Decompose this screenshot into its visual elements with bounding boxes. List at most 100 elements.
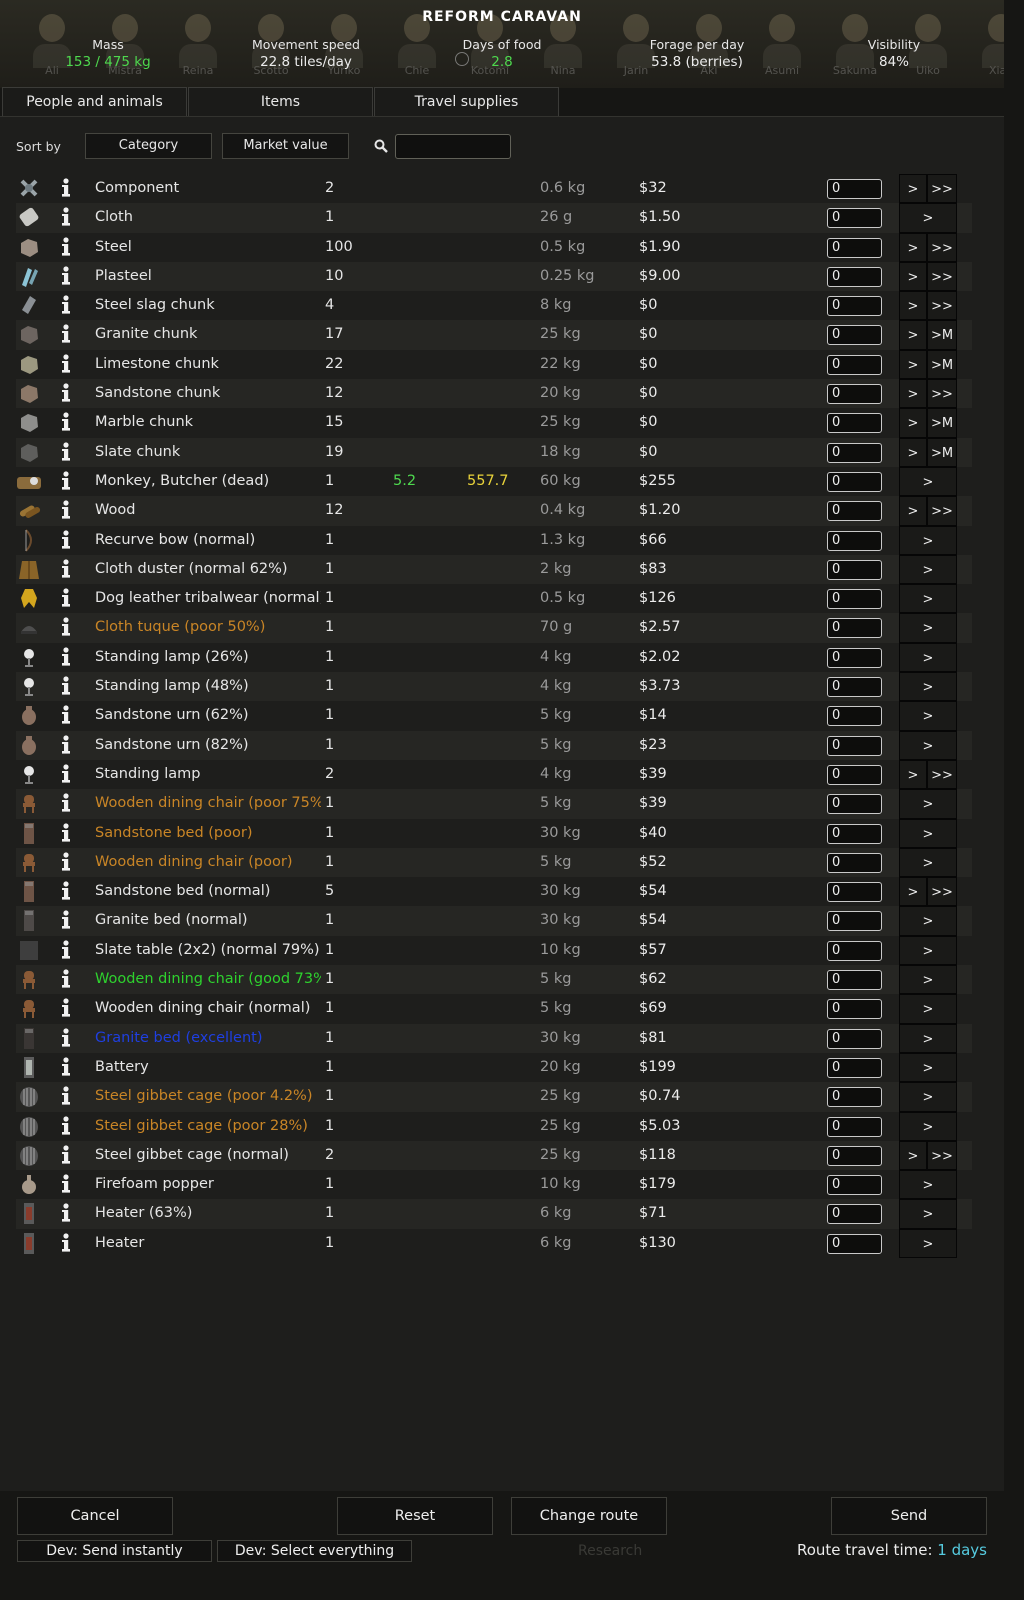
add-one-button[interactable]: >: [899, 1228, 957, 1258]
reset-button[interactable]: Reset: [337, 1497, 493, 1535]
transfer-quantity-input[interactable]: 0: [827, 940, 882, 961]
transfer-quantity-input[interactable]: 0: [827, 1145, 882, 1166]
info-icon[interactable]: [59, 1085, 73, 1108]
add-max-button[interactable]: >M: [927, 408, 957, 438]
add-one-button[interactable]: >: [899, 701, 957, 731]
transfer-quantity-input[interactable]: 0: [827, 1175, 882, 1196]
info-icon[interactable]: [59, 939, 73, 962]
add-one-button[interactable]: >: [899, 349, 927, 380]
add-one-button[interactable]: >: [899, 1140, 927, 1171]
info-icon[interactable]: [59, 1027, 73, 1050]
info-icon[interactable]: [59, 1173, 73, 1196]
info-icon[interactable]: [59, 558, 73, 581]
info-icon[interactable]: [59, 587, 73, 610]
add-max-button[interactable]: >>: [927, 232, 957, 262]
dev-send-instantly-button[interactable]: Dev: Send instantly: [17, 1540, 212, 1562]
add-one-button[interactable]: >: [899, 994, 957, 1024]
transfer-quantity-input[interactable]: 0: [827, 208, 882, 229]
add-one-button[interactable]: >: [899, 1052, 957, 1083]
add-max-button[interactable]: >>: [927, 174, 957, 204]
info-icon[interactable]: [59, 411, 73, 434]
transfer-quantity-input[interactable]: 0: [827, 266, 882, 287]
sort-category-button[interactable]: Category: [85, 133, 212, 159]
transfer-quantity-input[interactable]: 0: [827, 647, 882, 668]
change-route-button[interactable]: Change route: [511, 1497, 667, 1535]
transfer-quantity-input[interactable]: 0: [827, 706, 882, 727]
info-icon[interactable]: [59, 1056, 73, 1079]
transfer-quantity-input[interactable]: 0: [827, 794, 882, 815]
add-one-button[interactable]: >: [899, 818, 957, 848]
add-one-button[interactable]: >: [899, 525, 957, 555]
add-max-button[interactable]: >M: [927, 320, 957, 350]
info-icon[interactable]: [59, 997, 73, 1020]
transfer-quantity-input[interactable]: 0: [827, 735, 882, 756]
transfer-quantity-input[interactable]: 0: [827, 179, 882, 199]
add-one-button[interactable]: >: [899, 320, 927, 350]
add-one-button[interactable]: >: [899, 203, 957, 233]
add-max-button[interactable]: >>: [927, 1140, 957, 1171]
info-icon[interactable]: [59, 529, 73, 552]
info-icon[interactable]: [59, 1144, 73, 1167]
info-icon[interactable]: [59, 851, 73, 874]
info-icon[interactable]: [59, 646, 73, 669]
add-one-button[interactable]: >: [899, 261, 927, 292]
dev-select-everything-button[interactable]: Dev: Select everything: [217, 1540, 412, 1562]
info-icon[interactable]: [59, 616, 73, 639]
add-one-button[interactable]: >: [899, 1170, 957, 1200]
info-icon[interactable]: [59, 499, 73, 522]
send-button[interactable]: Send: [831, 1497, 987, 1535]
transfer-quantity-input[interactable]: 0: [827, 501, 882, 522]
info-icon[interactable]: [59, 236, 73, 259]
add-one-button[interactable]: >: [899, 554, 957, 585]
info-icon[interactable]: [59, 909, 73, 932]
add-one-button[interactable]: >: [899, 408, 927, 438]
add-one-button[interactable]: >: [899, 1199, 957, 1229]
info-icon[interactable]: [59, 353, 73, 376]
transfer-quantity-input[interactable]: 0: [827, 442, 882, 463]
add-one-button[interactable]: >: [899, 877, 927, 907]
add-one-button[interactable]: >: [899, 232, 927, 262]
info-icon[interactable]: [59, 880, 73, 903]
info-icon[interactable]: [59, 1232, 73, 1255]
transfer-quantity-input[interactable]: 0: [827, 911, 882, 932]
info-icon[interactable]: [59, 734, 73, 757]
sort-market-value-button[interactable]: Market value: [222, 133, 349, 159]
add-one-button[interactable]: >: [899, 935, 957, 966]
add-one-button[interactable]: >: [899, 174, 927, 204]
info-icon[interactable]: [59, 265, 73, 288]
info-icon[interactable]: [59, 470, 73, 493]
add-one-button[interactable]: >: [899, 906, 957, 936]
add-max-button[interactable]: >>: [927, 759, 957, 790]
tab-people-and-animals[interactable]: People and animals: [2, 87, 187, 117]
transfer-quantity-input[interactable]: 0: [827, 413, 882, 434]
info-icon[interactable]: [59, 822, 73, 845]
info-icon[interactable]: [59, 323, 73, 346]
add-max-button[interactable]: >>: [927, 379, 957, 409]
transfer-quantity-input[interactable]: 0: [827, 325, 882, 346]
info-icon[interactable]: [59, 1115, 73, 1138]
add-one-button[interactable]: >: [899, 759, 927, 790]
transfer-quantity-input[interactable]: 0: [827, 882, 882, 903]
info-icon[interactable]: [59, 294, 73, 317]
add-one-button[interactable]: >: [899, 437, 927, 467]
info-icon[interactable]: [59, 1202, 73, 1225]
transfer-quantity-input[interactable]: 0: [827, 677, 882, 698]
transfer-quantity-input[interactable]: 0: [827, 1028, 882, 1049]
add-one-button[interactable]: >: [899, 1082, 957, 1112]
info-icon[interactable]: [59, 704, 73, 727]
add-one-button[interactable]: >: [899, 965, 957, 995]
transfer-quantity-input[interactable]: 0: [827, 852, 882, 873]
add-max-button[interactable]: >M: [927, 437, 957, 467]
info-icon[interactable]: [59, 206, 73, 229]
add-one-button[interactable]: >: [899, 291, 927, 321]
info-icon[interactable]: [59, 792, 73, 815]
info-icon[interactable]: [59, 968, 73, 991]
cancel-button[interactable]: Cancel: [17, 1497, 173, 1535]
add-one-button[interactable]: >: [899, 789, 957, 819]
add-max-button[interactable]: >>: [927, 496, 957, 526]
add-one-button[interactable]: >: [899, 613, 957, 643]
transfer-quantity-input[interactable]: 0: [827, 999, 882, 1020]
info-icon[interactable]: [59, 382, 73, 405]
tab-travel-supplies[interactable]: Travel supplies: [374, 87, 559, 117]
transfer-quantity-input[interactable]: 0: [827, 559, 882, 580]
